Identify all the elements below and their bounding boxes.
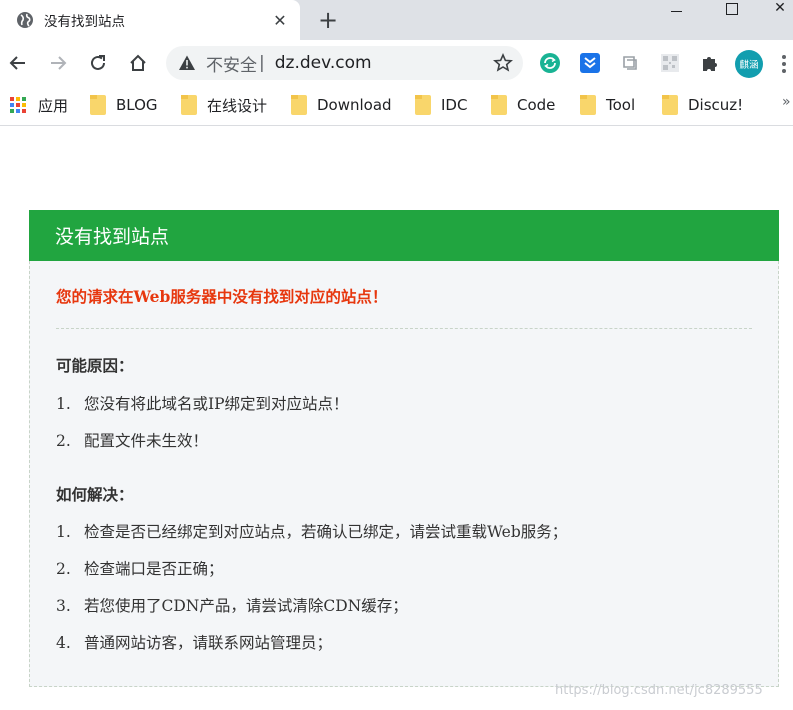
maximize-icon <box>726 3 738 15</box>
maximize-button[interactable] <box>712 0 752 16</box>
list-item: 1. 检查是否已经绑定到对应站点，若确认已绑定，请尝试重载Web服务； <box>56 523 568 541</box>
omnibox-separator: | <box>259 53 265 73</box>
bookmark-label: Code <box>517 96 556 114</box>
error-message: 您的请求在Web服务器中没有找到对应的站点！ <box>56 287 388 306</box>
bookmark-label: 应用 <box>38 96 69 115</box>
list-item: 4. 普通网站访客，请联系网站管理员； <box>56 634 333 652</box>
list-item: 1. 您没有将此域名或IP绑定到对应站点！ <box>56 395 349 413</box>
bookmark-apps[interactable]: 应用 <box>10 95 68 115</box>
bookmark-label: Discuz! <box>688 96 744 114</box>
bookmark-label: IDC <box>441 96 468 114</box>
solutions-title: 如何解决： <box>56 485 134 504</box>
warning-triangle-icon[interactable] <box>178 54 196 72</box>
home-button[interactable] <box>123 48 153 78</box>
list-item: 2. 检查端口是否正确； <box>56 560 224 578</box>
error-card: 没有找到站点 您的请求在Web服务器中没有找到对应的站点！ 可能原因： 1. 您没… <box>29 210 779 687</box>
back-button[interactable] <box>3 48 33 78</box>
dashed-divider <box>56 328 752 329</box>
browser-tab[interactable]: 没有找到站点 ✕ <box>0 0 300 40</box>
reasons-title: 可能原因： <box>56 356 134 375</box>
bookmark-folder-discuz[interactable]: Discuz! <box>662 95 743 115</box>
security-status-label[interactable]: 不安全 <box>206 51 257 76</box>
clip-icon <box>623 56 637 70</box>
bookmark-star-icon[interactable] <box>493 53 513 73</box>
bookmark-folder-blog[interactable]: BLOG <box>90 95 158 115</box>
reload-icon <box>91 55 105 70</box>
folder-icon <box>291 95 307 115</box>
extension-sync-button[interactable] <box>538 51 562 75</box>
bookmarks-overflow-icon[interactable]: » <box>782 94 791 110</box>
reload-button[interactable] <box>83 48 113 78</box>
folder-icon <box>580 95 596 115</box>
watermark: https://blog.csdn.net/jc8289555 <box>555 683 763 698</box>
tab-strip: 没有找到站点 ✕ + ✕ <box>0 0 793 40</box>
tab-close-icon[interactable]: ✕ <box>270 10 290 30</box>
extension-qr-button[interactable] <box>658 51 682 75</box>
bookmark-folder-design[interactable]: 在线设计 <box>181 95 267 115</box>
list-item: 2. 配置文件未生效！ <box>56 432 209 450</box>
bookmark-label: BLOG <box>116 96 158 114</box>
bookmark-label: 在线设计 <box>207 96 268 115</box>
bookmark-folder-tool[interactable]: Tool <box>580 95 635 115</box>
bookmark-folder-code[interactable]: Code <box>491 95 555 115</box>
folder-icon <box>491 95 507 115</box>
bookmarks-bar: 应用 BLOG 在线设计 Download IDC Code Tool Disc… <box>0 86 793 126</box>
qr-code-icon <box>661 54 679 72</box>
minimize-button[interactable] <box>656 0 696 16</box>
extensions-button[interactable] <box>698 51 722 75</box>
new-tab-button[interactable]: + <box>314 6 342 34</box>
profile-avatar[interactable]: 麒涵 <box>735 50 763 78</box>
browser-toolbar: 不安全 | dz.dev.com 麒涵 <box>0 40 793 86</box>
folder-icon <box>415 95 431 115</box>
download-chevron-icon <box>580 53 600 73</box>
minimize-icon <box>670 10 682 12</box>
folder-icon <box>181 95 197 115</box>
sync-icon <box>540 53 560 73</box>
error-card-body: 您的请求在Web服务器中没有找到对应的站点！ 可能原因： 1. 您没有将此域名或I… <box>29 261 779 687</box>
error-card-header: 没有找到站点 <box>29 210 779 261</box>
browser-menu-icon[interactable] <box>776 53 792 75</box>
folder-icon <box>662 95 678 115</box>
extension-clip-button[interactable] <box>618 51 642 75</box>
globe-icon <box>17 12 33 28</box>
apps-grid-icon <box>10 97 26 113</box>
tab-title: 没有找到站点 <box>44 14 125 30</box>
home-icon <box>130 54 146 71</box>
extension-download-button[interactable] <box>578 51 602 75</box>
forward-arrow-icon <box>51 56 67 70</box>
list-item: 3. 若您使用了CDN产品，请尝试清除CDN缓存； <box>56 597 408 615</box>
window-close-button[interactable]: ✕ <box>760 0 793 16</box>
address-bar[interactable]: 不安全 | dz.dev.com <box>166 46 523 80</box>
bookmark-label: Tool <box>606 96 636 114</box>
bookmark-folder-idc[interactable]: IDC <box>415 95 467 115</box>
back-arrow-icon <box>9 56 25 70</box>
folder-icon <box>90 95 106 115</box>
bookmark-folder-download[interactable]: Download <box>291 95 392 115</box>
url-text[interactable]: dz.dev.com <box>275 53 372 73</box>
forward-button[interactable] <box>43 48 73 78</box>
bookmark-label: Download <box>317 96 392 114</box>
puzzle-piece-icon <box>703 57 717 71</box>
